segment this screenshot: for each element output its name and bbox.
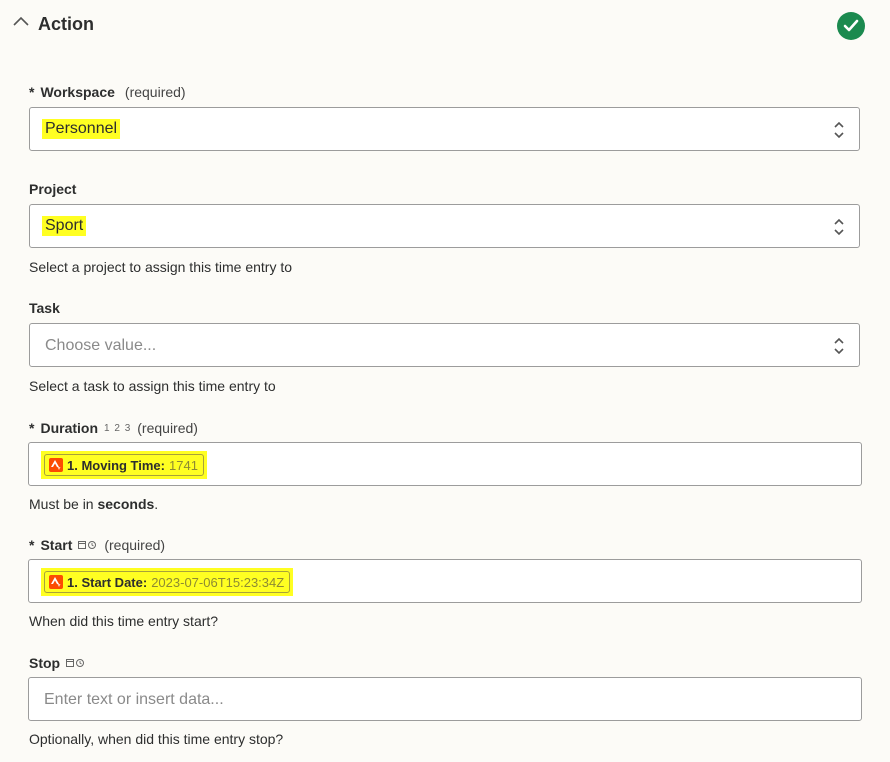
required-text: (required) — [104, 537, 166, 553]
project-help-text: Select a project to assign this time ent… — [29, 259, 293, 275]
start-input[interactable]: 1. Start Date: 2023-07-06T15:23:34Z — [28, 559, 862, 603]
workspace-label-text: Workspace — [40, 84, 115, 100]
duration-label: * Duration 1 2 3 (required) — [29, 420, 198, 436]
action-panel: Action * Workspace (required) Personnel … — [0, 0, 890, 762]
date-time-icon — [78, 541, 97, 549]
project-value: Sport — [42, 216, 87, 236]
workspace-label: * Workspace (required) — [29, 84, 186, 100]
stop-placeholder: Enter text or insert data... — [44, 691, 224, 708]
start-label: * Start (required) — [29, 537, 165, 553]
date-time-icon — [66, 659, 85, 667]
workspace-select[interactable]: Personnel — [29, 107, 860, 151]
duration-help-suffix: . — [154, 496, 159, 512]
start-help-text: When did this time entry start? — [29, 613, 219, 629]
duration-label-text: Duration — [40, 420, 99, 436]
project-label: Project — [29, 181, 76, 197]
task-placeholder: Choose value... — [45, 337, 157, 354]
number-type-icon: 1 2 3 — [104, 422, 132, 434]
task-label: Task — [29, 300, 60, 316]
start-label-text: Start — [40, 537, 73, 553]
workspace-value: Personnel — [42, 119, 121, 139]
chip-label: 1. Start Date: — [67, 574, 148, 590]
chevron-up-icon[interactable] — [13, 16, 29, 26]
data-pill-moving-time[interactable]: 1. Moving Time: 1741 — [44, 454, 204, 476]
strava-app-icon — [49, 458, 63, 472]
project-label-text: Project — [29, 181, 77, 197]
required-asterisk: * — [29, 537, 35, 553]
chip-label: 1. Moving Time: — [67, 457, 165, 473]
strava-app-icon — [49, 575, 63, 589]
stop-label-text: Stop — [29, 655, 61, 671]
chip-value: 1741 — [169, 457, 198, 473]
stop-help-text: Optionally, when did this time entry sto… — [29, 731, 284, 747]
section-title: Action — [38, 14, 94, 34]
task-label-text: Task — [29, 300, 60, 316]
duration-help-bold: seconds — [97, 496, 155, 512]
up-down-chevron-icon — [834, 337, 844, 355]
duration-chip-highlight: 1. Moving Time: 1741 — [41, 451, 207, 479]
up-down-chevron-icon — [834, 218, 844, 236]
check-circle-icon — [837, 12, 865, 40]
task-help-text: Select a task to assign this time entry … — [29, 378, 276, 394]
duration-input[interactable]: 1. Moving Time: 1741 — [28, 442, 862, 486]
start-chip-highlight: 1. Start Date: 2023-07-06T15:23:34Z — [41, 568, 294, 596]
stop-label: Stop — [29, 655, 86, 671]
required-asterisk: * — [29, 420, 35, 436]
duration-help-text: Must be in seconds. — [29, 496, 158, 512]
up-down-chevron-icon — [834, 121, 844, 139]
required-asterisk: * — [29, 84, 35, 100]
data-pill-start-date[interactable]: 1. Start Date: 2023-07-06T15:23:34Z — [44, 571, 291, 593]
duration-help-prefix: Must be in — [29, 496, 98, 512]
stop-input[interactable]: Enter text or insert data... — [28, 677, 862, 721]
project-select[interactable]: Sport — [29, 204, 860, 248]
chip-value: 2023-07-06T15:23:34Z — [151, 574, 285, 590]
required-text: (required) — [137, 420, 198, 436]
task-select[interactable]: Choose value... — [29, 323, 860, 367]
required-text: (required) — [124, 84, 186, 100]
action-header[interactable]: Action — [0, 0, 890, 52]
